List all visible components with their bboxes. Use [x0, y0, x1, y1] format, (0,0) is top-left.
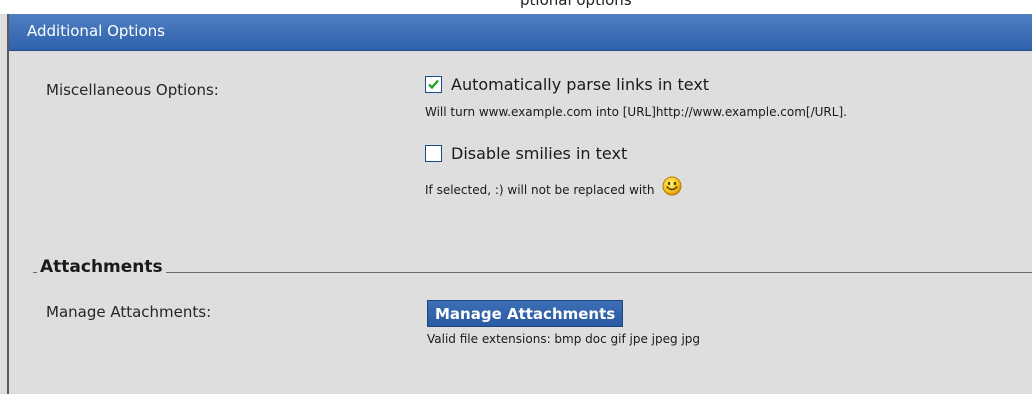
valid-file-extensions-text: Valid file extensions: bmp doc gif jpe j… — [427, 332, 701, 346]
attachments-section-rule — [33, 272, 1032, 273]
additional-options-panel: Additional Options Miscellaneous Options… — [7, 14, 1032, 394]
disable-smilies-label: Disable smilies in text — [451, 144, 628, 163]
checkmark-icon — [428, 79, 439, 90]
disable-smilies-option[interactable]: Disable smilies in text — [425, 144, 627, 163]
parse-links-hint: Will turn www.example.com into [URL]http… — [425, 105, 847, 119]
top-strip-text: ptional options — [520, 0, 632, 9]
miscellaneous-options-label: Miscellaneous Options: — [46, 81, 219, 99]
manage-attachments-label: Manage Attachments: — [46, 303, 212, 321]
parse-links-label: Automatically parse links in text — [451, 75, 710, 94]
manage-attachments-button[interactable]: Manage Attachments — [427, 300, 624, 327]
panel-title: Additional Options — [27, 22, 165, 40]
disable-smilies-checkbox[interactable] — [425, 145, 442, 162]
top-strip: ptional options — [0, 0, 1032, 14]
panel-header: Additional Options — [9, 14, 1032, 51]
parse-links-checkbox[interactable] — [425, 76, 442, 93]
smiley-face-icon — [662, 176, 682, 199]
parse-links-option[interactable]: Automatically parse links in text — [425, 75, 709, 94]
disable-smilies-hint-row: If selected, :) will not be replaced wit… — [425, 176, 682, 199]
disable-smilies-hint: If selected, :) will not be replaced wit… — [425, 183, 655, 197]
attachments-section-title: Attachments — [37, 257, 166, 277]
